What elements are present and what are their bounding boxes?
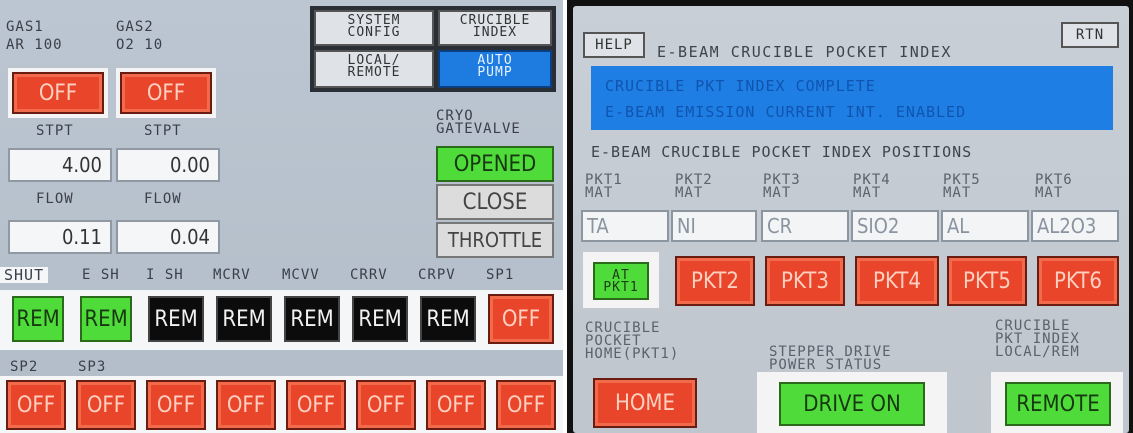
positions-header: E-BEAM CRUCIBLE POCKET INDEX POSITIONS: [591, 143, 973, 161]
sp8-off-button[interactable]: OFF: [426, 380, 486, 430]
system-config-button[interactable]: SYSTEM CONFIG: [314, 10, 434, 46]
pkt3-mat-label: PKT3 MAT: [763, 172, 801, 201]
sp9-off-button[interactable]: OFF: [496, 380, 556, 430]
help-button[interactable]: HELP: [583, 32, 645, 58]
crucible-index-panel: HELP E-BEAM CRUCIBLE POCKET INDEX RTN CR…: [567, 0, 1133, 433]
sp1-off-button[interactable]: OFF: [488, 294, 554, 344]
gas1-toggle-wrap: OFF: [8, 68, 108, 118]
setpoint-button-row: OFF OFF OFF OFF OFF OFF OFF OFF: [0, 376, 563, 433]
gas1-stpt-label: STPT: [36, 123, 74, 139]
sp3-label: SP3: [78, 359, 107, 375]
pkt5-material-field[interactable]: AL: [941, 210, 1029, 242]
gas1-flow-readout: 0.11: [8, 220, 112, 254]
sp2-label: SP2: [10, 359, 39, 375]
cryo-throttle-button[interactable]: THROTTLE: [436, 222, 554, 258]
pkt4-button[interactable]: PKT4: [855, 256, 939, 306]
gas2-title: GAS2: [116, 19, 154, 35]
sp3-off-button[interactable]: OFF: [76, 380, 136, 430]
esh-label: E SH: [82, 267, 120, 283]
pkt2-mat-label: PKT2 MAT: [675, 172, 713, 201]
stepper-drive-label: STEPPER DRIVE POWER STATUS: [769, 344, 892, 373]
pkt1-mat-label: PKT1 MAT: [585, 172, 623, 201]
gas2-flow-readout: 0.04: [116, 220, 220, 254]
pkt4-mat-label: PKT4 MAT: [853, 172, 891, 201]
pkt5-mat-label: PKT5 MAT: [943, 172, 981, 201]
sp7-off-button[interactable]: OFF: [356, 380, 416, 430]
sp5-off-button[interactable]: OFF: [216, 380, 276, 430]
crpv-rem-button[interactable]: REM: [420, 296, 476, 342]
sp6-off-button[interactable]: OFF: [286, 380, 346, 430]
crucible-index-screen: HELP E-BEAM CRUCIBLE POCKET INDEX RTN CR…: [573, 6, 1129, 433]
cryo-opened-button[interactable]: OPENED: [436, 146, 554, 182]
gas1-setpoint-field[interactable]: 4.00: [8, 148, 112, 182]
auto-pump-button[interactable]: AUTO PUMP: [438, 50, 552, 88]
sp4-off-button[interactable]: OFF: [146, 380, 206, 430]
pkt3-material-field[interactable]: CR: [761, 210, 849, 242]
drive-on-status: DRIVE ON: [779, 382, 925, 426]
sp2-off-button[interactable]: OFF: [6, 380, 66, 430]
gas2-setpoint-field[interactable]: 0.00: [116, 148, 220, 182]
status-message-box: CRUCIBLE PKT INDEX COMPLETE E-BEAM EMISS…: [591, 66, 1113, 130]
rtn-button[interactable]: RTN: [1061, 22, 1119, 48]
pkt6-material-field[interactable]: AL2O3: [1031, 210, 1119, 242]
crucible-home-label: CRUCIBLE POCKET HOME(PKT1): [585, 320, 680, 362]
cryo-gatevalve-label: CRYO GATEVALVE: [436, 108, 521, 137]
sp1-label: SP1: [486, 267, 515, 283]
ish-rem-button[interactable]: REM: [148, 296, 204, 342]
pkt2-button[interactable]: PKT2: [675, 256, 755, 306]
gas1-flow-label: FLOW: [36, 191, 74, 207]
mcvv-rem-button[interactable]: REM: [284, 296, 340, 342]
ish-label: I SH: [146, 267, 184, 283]
crrv-rem-button[interactable]: REM: [352, 296, 408, 342]
crpv-label: CRPV: [418, 267, 456, 283]
gas2-stpt-label: STPT: [144, 123, 182, 139]
home-button[interactable]: HOME: [593, 378, 697, 428]
local-remote-button[interactable]: LOCAL/ REMOTE: [314, 50, 434, 88]
gas1-title: GAS1: [6, 19, 44, 35]
pkt2-material-field[interactable]: NI: [671, 210, 757, 242]
crrv-label: CRRV: [350, 267, 388, 283]
gas-control-panel: GAS1 AR 100 GAS2 O2 10 OFF OFF STPT STPT…: [0, 0, 563, 433]
pkt6-mat-label: PKT6 MAT: [1035, 172, 1073, 201]
mcrv-rem-button[interactable]: REM: [216, 296, 272, 342]
pkt4-material-field[interactable]: SIO2: [851, 210, 939, 242]
remote-button[interactable]: REMOTE: [1005, 382, 1111, 426]
shut-rem-button[interactable]: REM: [12, 296, 64, 342]
mcrv-label: MCRV: [213, 267, 251, 283]
pkt1-button[interactable]: AT PKT1: [593, 262, 649, 300]
valve-label-row: SHUT E SH I SH MCRV MCVV CRRV CRPV SP1: [0, 262, 563, 286]
local-rem-label: CRUCIBLE PKT INDEX LOCAL/REM: [995, 318, 1080, 360]
crucible-index-button[interactable]: CRUCIBLE INDEX: [438, 10, 552, 46]
gas2-off-button[interactable]: OFF: [120, 72, 212, 114]
cryo-close-button[interactable]: CLOSE: [436, 184, 554, 220]
gas2-flow-label: FLOW: [144, 191, 182, 207]
valve-button-row: REM REM REM REM REM REM REM OFF: [0, 290, 563, 350]
shut-label: SHUT: [0, 267, 49, 283]
page-title: E-BEAM CRUCIBLE POCKET INDEX: [657, 43, 952, 61]
status-line-1: CRUCIBLE PKT INDEX COMPLETE: [605, 77, 876, 95]
gas1-gas: AR 100: [6, 37, 63, 53]
gas2-gas: O2 10: [116, 37, 164, 53]
gas2-toggle-wrap: OFF: [116, 68, 216, 118]
pkt6-button[interactable]: PKT6: [1037, 256, 1119, 306]
pkt5-button[interactable]: PKT5: [947, 256, 1027, 306]
esh-rem-button[interactable]: REM: [80, 296, 132, 342]
pkt3-button[interactable]: PKT3: [765, 256, 845, 306]
gas1-off-button[interactable]: OFF: [12, 72, 104, 114]
mcvv-label: MCVV: [282, 267, 320, 283]
status-line-2: E-BEAM EMISSION CURRENT INT. ENABLED: [605, 103, 967, 121]
pkt1-material-field[interactable]: TA: [581, 210, 669, 242]
